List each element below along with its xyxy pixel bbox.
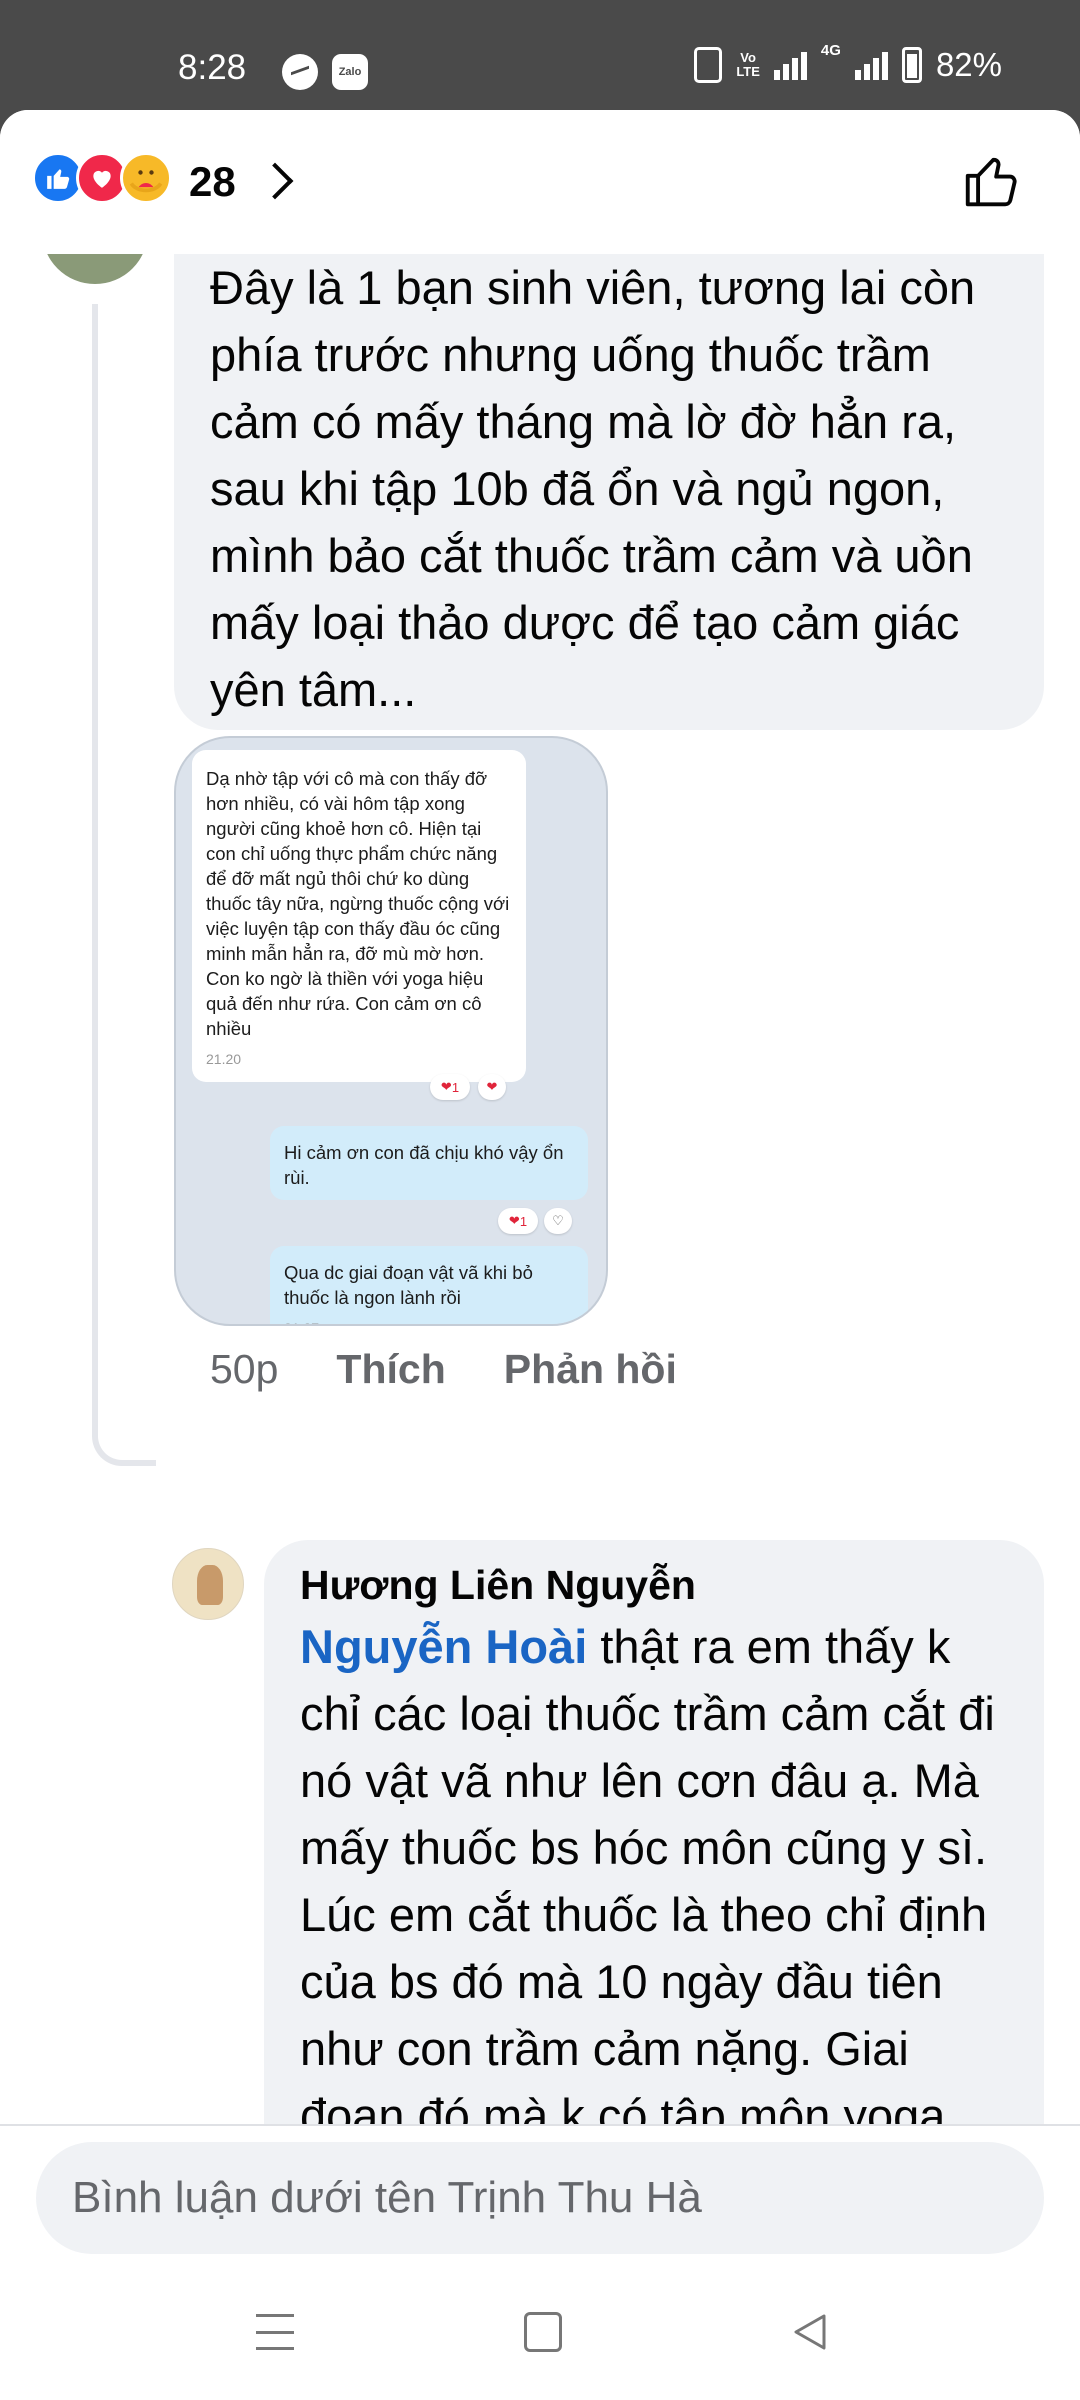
heart-outline-icon: ♡ bbox=[544, 1208, 572, 1234]
reaction-count[interactable]: 28 bbox=[189, 158, 236, 206]
comment-text: Đây là 1 bạn sinh viên, tương lai còn ph… bbox=[210, 261, 976, 716]
chevron-right-icon[interactable] bbox=[256, 162, 294, 200]
recent-apps-icon[interactable] bbox=[256, 2314, 294, 2350]
like-button[interactable]: Thích bbox=[336, 1346, 445, 1393]
avatar[interactable] bbox=[172, 1548, 244, 1620]
comment-bubble[interactable]: Đây là 1 bạn sinh viên, tương lai còn ph… bbox=[174, 254, 1044, 730]
chat-message-text: Qua dc giai đoạn vật vã khi bỏ thuốc là … bbox=[284, 1262, 533, 1308]
comment-time: 50p bbox=[210, 1346, 279, 1392]
comment-text: Nguyễn Hoài thật ra em thấy k chỉ các lo… bbox=[300, 1613, 1008, 2124]
chat-message-incoming: Dạ nhờ tập với cô mà con thấy đỡ hơn nhi… bbox=[192, 750, 526, 1082]
chat-message-time: 21:27 bbox=[284, 1316, 574, 1324]
sheet-header: 28 bbox=[0, 110, 1080, 254]
chat-message-outgoing: Qua dc giai đoạn vật vã khi bỏ thuốc là … bbox=[270, 1246, 588, 1324]
zalo-icon: Zalo bbox=[332, 54, 368, 90]
status-bar: 8:28 Zalo Vo LTE 4G 82% bbox=[0, 0, 1080, 110]
volte-icon: Vo LTE bbox=[736, 50, 760, 79]
reply-bubble[interactable]: Hương Liên Nguyễn Nguyễn Hoài thật ra em… bbox=[264, 1540, 1044, 2124]
network-type: 4G bbox=[820, 42, 841, 59]
mention-link[interactable]: Nguyễn Hoài bbox=[300, 1620, 587, 1673]
messenger-icon bbox=[282, 54, 318, 90]
heart-reaction-badge: ❤ 1 bbox=[430, 1074, 470, 1100]
care-reaction-icon bbox=[120, 152, 172, 204]
chat-message-text: Hi cảm ơn con đã chịu khó vậy ổn rùi. bbox=[284, 1142, 564, 1188]
heart-icon: ❤ bbox=[478, 1074, 506, 1100]
signal-icon-2 bbox=[854, 50, 888, 80]
back-icon[interactable] bbox=[790, 2312, 830, 2352]
comment-composer bbox=[0, 2124, 1080, 2268]
signal-icon bbox=[773, 50, 807, 80]
chat-message-outgoing: Hi cảm ơn con đã chịu khó vậy ổn rùi. bbox=[270, 1126, 588, 1200]
comment-author[interactable]: Hương Liên Nguyễn bbox=[300, 1562, 1008, 1609]
like-thumb-icon[interactable] bbox=[960, 150, 1022, 212]
reaction-icons[interactable] bbox=[32, 152, 172, 204]
vibrate-icon bbox=[694, 47, 723, 83]
comments-sheet: 28 Đây là 1 bạn sinh viên, tương lai còn… bbox=[0, 110, 1080, 2268]
thread-connector bbox=[92, 304, 156, 1466]
battery-icon bbox=[901, 47, 922, 83]
chat-message-text: Dạ nhờ tập với cô mà con thấy đỡ hơn nhi… bbox=[206, 768, 510, 1039]
system-nav-bar bbox=[0, 2268, 1080, 2400]
status-time: 8:28 bbox=[178, 48, 247, 87]
home-icon[interactable] bbox=[524, 2312, 562, 2352]
heart-reaction-badge: ❤ 1 bbox=[498, 1208, 538, 1234]
comment-thread[interactable]: Đây là 1 bạn sinh viên, tương lai còn ph… bbox=[0, 254, 1080, 2124]
comment-body: thật ra em thấy k chỉ các loại thuốc trầ… bbox=[300, 1620, 995, 2124]
battery-level: 82% bbox=[935, 46, 1002, 83]
comment-input[interactable] bbox=[36, 2142, 1044, 2254]
chat-message-time: 21.20 bbox=[206, 1051, 242, 1067]
reply-button[interactable]: Phản hồi bbox=[504, 1346, 677, 1393]
attached-chat-screenshot[interactable]: Dạ nhờ tập với cô mà con thấy đỡ hơn nhi… bbox=[174, 736, 608, 1326]
comment-actions: 50p Thích Phản hồi bbox=[210, 1346, 677, 1393]
avatar[interactable] bbox=[42, 254, 148, 284]
status-icons: Vo LTE 4G 82% bbox=[694, 42, 1002, 84]
